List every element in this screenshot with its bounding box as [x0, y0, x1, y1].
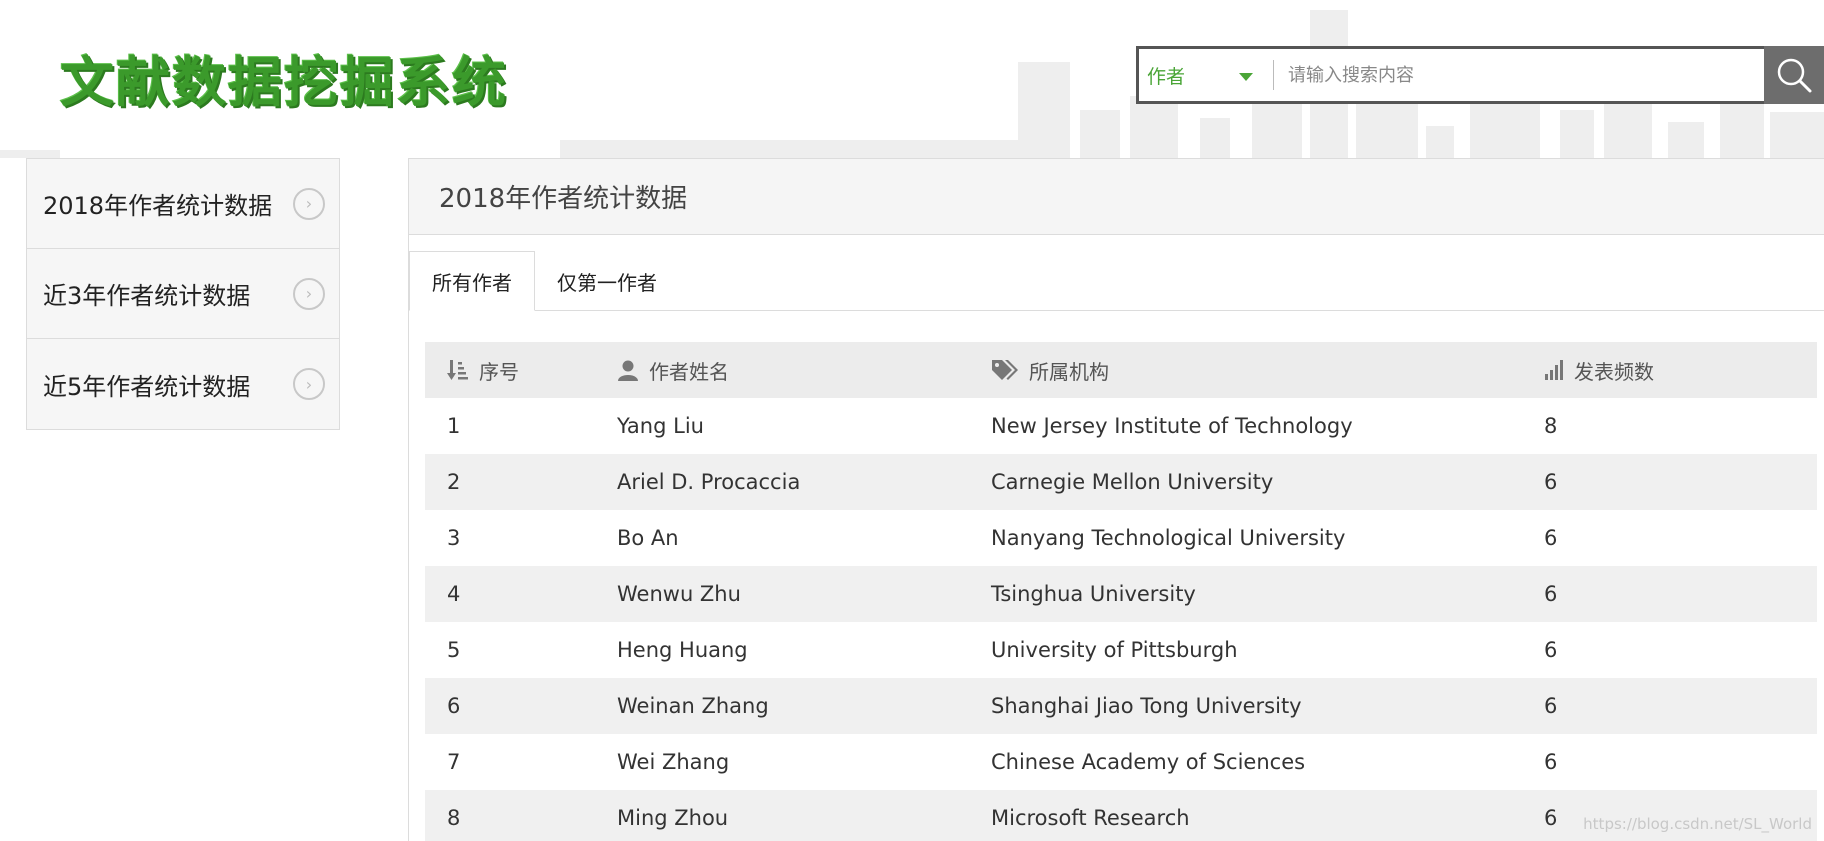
cell-institution: Carnegie Mellon University	[991, 454, 1544, 510]
cell-author-name: Yang Liu	[617, 398, 991, 454]
cell-author-name: Wei Zhang	[617, 734, 991, 790]
cell-author-name: Bo An	[617, 510, 991, 566]
table-row[interactable]: 7 Wei Zhang Chinese Academy of Sciences …	[425, 734, 1817, 790]
column-label: 所属机构	[1029, 359, 1109, 384]
cell-institution: Shanghai Jiao Tong University	[991, 678, 1544, 734]
cell-author-name: Heng Huang	[617, 622, 991, 678]
table-row[interactable]: 3 Bo An Nanyang Technological University…	[425, 510, 1817, 566]
chevron-right-icon: ›	[293, 187, 325, 220]
cell-index: 1	[425, 398, 617, 454]
sidebar-item-label: 近3年作者统计数据	[43, 282, 251, 310]
tab-first-author-only[interactable]: 仅第一作者	[535, 251, 679, 311]
cell-index: 8	[425, 790, 617, 841]
sidebar-item-label: 近5年作者统计数据	[43, 372, 251, 401]
cell-frequency: 6	[1544, 566, 1817, 622]
tab-bar: 所有作者 仅第一作者	[409, 251, 1824, 311]
column-header-institution[interactable]: 所属机构	[991, 342, 1544, 398]
sort-icon	[447, 360, 468, 380]
column-label: 作者姓名	[649, 359, 729, 384]
sidebar: 2018年作者统计数据 › 近3年作者统计数据 › 近5年作者统计数据 ›	[26, 158, 340, 430]
column-label: 序号	[479, 359, 519, 384]
cell-institution: Nanyang Technological University	[991, 510, 1544, 566]
cell-frequency: 6	[1544, 678, 1817, 734]
header: 文献数据挖掘系统 作者	[0, 0, 1824, 158]
search-button[interactable]	[1764, 46, 1824, 104]
table-row[interactable]: 2 Ariel D. Procaccia Carnegie Mellon Uni…	[425, 454, 1817, 510]
column-header-frequency[interactable]: 发表频数	[1544, 342, 1817, 398]
sidebar-item-2018[interactable]: 2018年作者统计数据 ›	[27, 159, 339, 249]
search-bar: 作者	[1136, 46, 1824, 104]
table-row[interactable]: 6 Weinan Zhang Shanghai Jiao Tong Univer…	[425, 678, 1817, 734]
cell-author-name: Ariel D. Procaccia	[617, 454, 991, 510]
cell-index: 3	[425, 510, 617, 566]
chevron-right-icon: ›	[293, 368, 325, 400]
cell-frequency: 8	[1544, 398, 1817, 454]
cell-frequency: 6	[1544, 734, 1817, 790]
cell-institution: Microsoft Research	[991, 790, 1544, 841]
cell-institution: University of Pittsburgh	[991, 622, 1544, 678]
cell-index: 5	[425, 622, 617, 678]
author-stats-table: 序号 作者姓名 所属机构 发表频数 1 Yang Liu New Jersey …	[425, 342, 1817, 841]
cell-author-name: Weinan Zhang	[617, 678, 991, 734]
user-icon	[618, 360, 638, 381]
cell-frequency: 6	[1544, 622, 1817, 678]
table-row[interactable]: 5 Heng Huang University of Pittsburgh 6	[425, 622, 1817, 678]
cell-index: 6	[425, 678, 617, 734]
search-type-select[interactable]: 作者	[1139, 49, 1273, 101]
search-input[interactable]	[1274, 49, 1764, 101]
table-row[interactable]: 1 Yang Liu New Jersey Institute of Techn…	[425, 398, 1817, 454]
main-panel: 2018年作者统计数据 所有作者 仅第一作者 序号 作者姓名 所属机构 发表频数…	[408, 158, 1824, 841]
chevron-right-icon: ›	[293, 277, 325, 310]
sidebar-item-5-years[interactable]: 近5年作者统计数据 ›	[27, 339, 339, 429]
bar-chart-icon	[1545, 360, 1563, 380]
sidebar-item-label: 2018年作者统计数据	[43, 192, 273, 220]
cell-index: 7	[425, 734, 617, 790]
column-label: 发表频数	[1574, 359, 1654, 384]
table-row[interactable]: 4 Wenwu Zhu Tsinghua University 6	[425, 566, 1817, 622]
page-title: 2018年作者统计数据	[409, 159, 1824, 235]
cell-frequency: 6	[1544, 510, 1817, 566]
cell-index: 4	[425, 566, 617, 622]
tag-icon	[992, 360, 1018, 380]
column-header-name[interactable]: 作者姓名	[617, 342, 991, 398]
column-header-index[interactable]: 序号	[425, 342, 617, 398]
cell-institution: New Jersey Institute of Technology	[991, 398, 1544, 454]
chevron-down-icon	[1239, 73, 1253, 81]
cell-institution: Chinese Academy of Sciences	[991, 734, 1544, 790]
search-icon	[1777, 58, 1812, 93]
watermark: https://blog.csdn.net/SL_World	[1583, 815, 1812, 833]
sidebar-item-3-years[interactable]: 近3年作者统计数据 ›	[27, 249, 339, 339]
cell-index: 2	[425, 454, 617, 510]
cell-frequency: 6	[1544, 454, 1817, 510]
cell-institution: Tsinghua University	[991, 566, 1544, 622]
search-type-value: 作者	[1147, 65, 1186, 88]
table-header-row: 序号 作者姓名 所属机构 发表频数	[425, 342, 1817, 398]
tab-all-authors[interactable]: 所有作者	[409, 251, 535, 311]
cell-author-name: Ming Zhou	[617, 790, 991, 841]
cell-author-name: Wenwu Zhu	[617, 566, 991, 622]
app-logo[interactable]: 文献数据挖掘系统	[60, 38, 508, 117]
